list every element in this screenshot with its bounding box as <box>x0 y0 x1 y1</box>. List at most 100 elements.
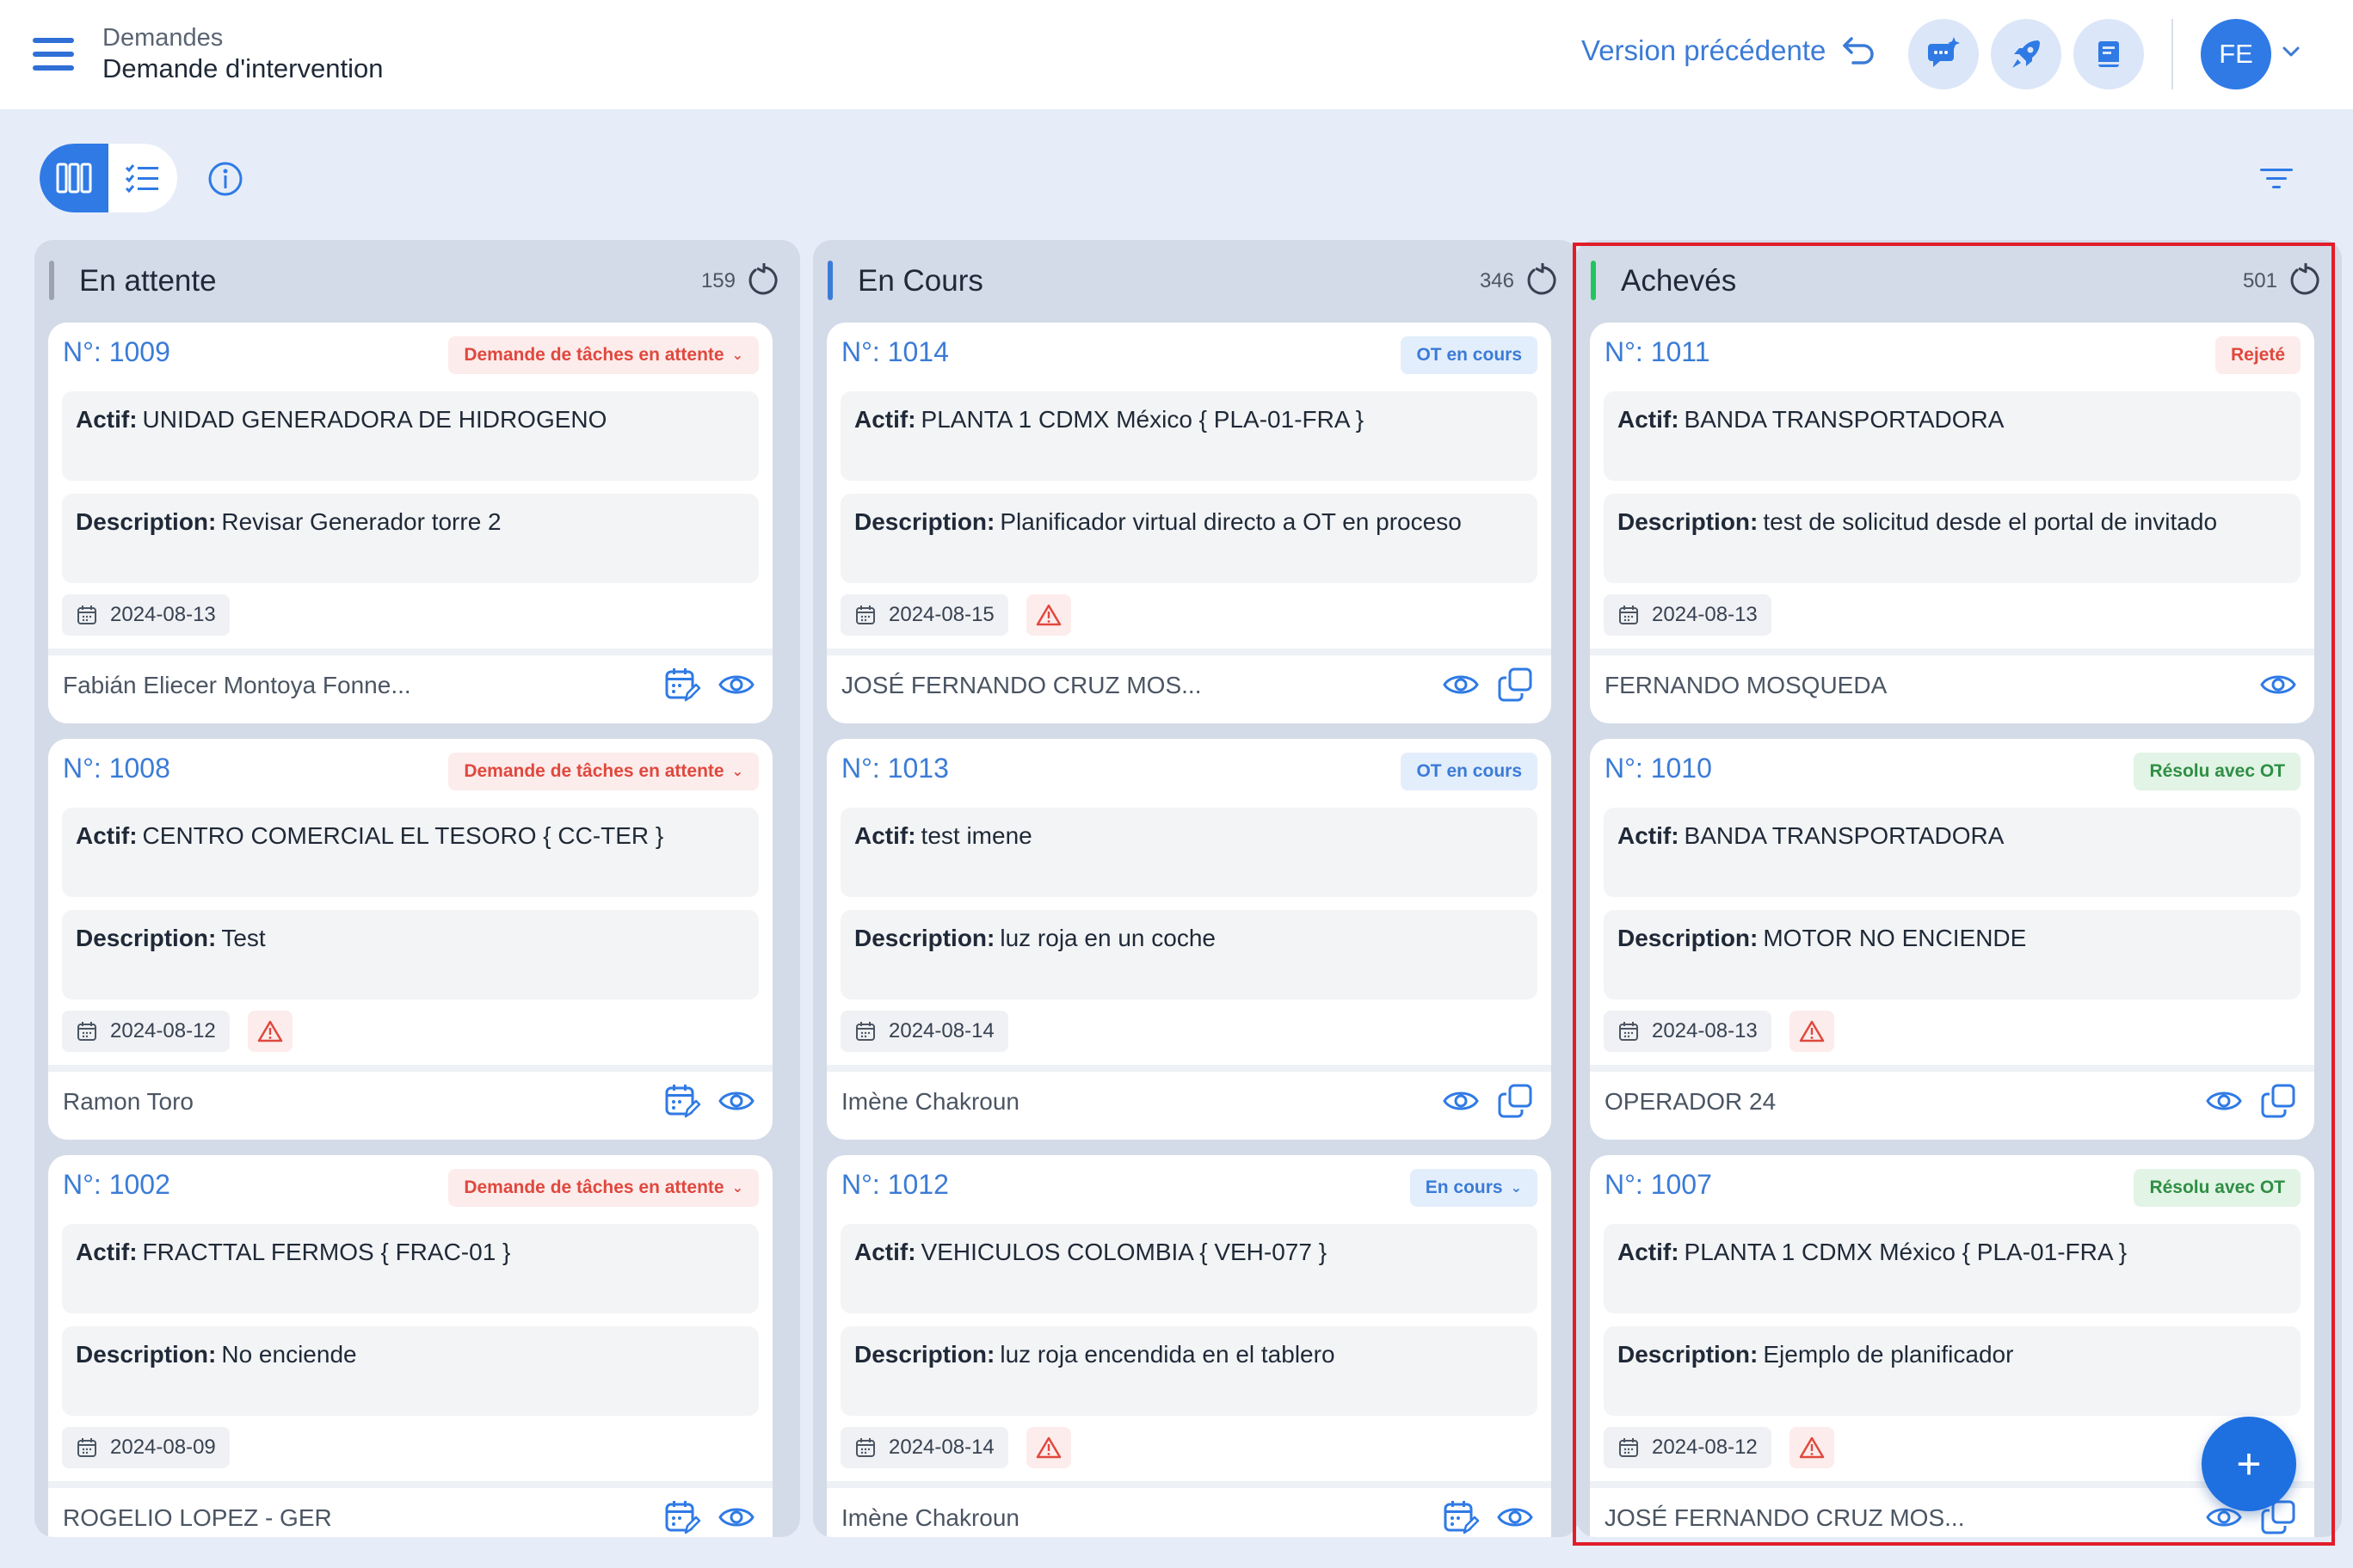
calendar-edit-icon <box>665 1501 701 1534</box>
date-value: 2024-08-14 <box>889 1436 995 1459</box>
header-divider <box>2171 19 2173 89</box>
card-divider <box>827 1481 1551 1488</box>
chat-sparkle-button[interactable] <box>1908 19 1979 89</box>
description-field: Description: Ejemplo de planificador <box>1604 1326 2301 1416</box>
requester-name: JOSÉ FERNANDO CRUZ MOS... <box>1605 1504 1965 1531</box>
schedule-button[interactable] <box>661 1079 704 1122</box>
description-value: luz roja en un coche <box>1000 925 1216 951</box>
chevron-down-icon[interactable] <box>2282 45 2301 58</box>
schedule-button[interactable] <box>661 1496 704 1537</box>
request-number: N°: 1012 <box>841 1169 949 1200</box>
status-label: Résolu avec OT <box>2149 1178 2285 1197</box>
chevron-down-icon: ⌄ <box>731 348 743 363</box>
asset-label: Actif: <box>76 822 138 849</box>
description-field: Description: Planificador virtual directo… <box>841 494 1537 583</box>
chat-sparkle-icon <box>1928 37 1960 67</box>
requester-name: JOSÉ FERNANDO CRUZ MOS... <box>841 672 1202 698</box>
kanban-view-button[interactable] <box>40 144 108 212</box>
description-field: Description: test de solicitud desde el p… <box>1604 494 2301 583</box>
request-card[interactable]: N°: 1014 OT en cours Actif: PLANTA 1 CDMX… <box>827 323 1551 723</box>
card-divider <box>48 1065 773 1072</box>
card-divider <box>827 649 1551 655</box>
request-number: N°: 1013 <box>841 753 949 784</box>
calendar-icon <box>856 1438 875 1457</box>
copy-button[interactable] <box>1494 1079 1537 1122</box>
filter-icon[interactable] <box>2258 165 2294 193</box>
view-button[interactable] <box>2202 1079 2245 1122</box>
list-view-button[interactable] <box>108 144 177 212</box>
status-badge[interactable]: Demande de tâches en attente ⌄ <box>448 753 759 790</box>
refresh-icon[interactable] <box>1524 261 1561 299</box>
view-button[interactable] <box>2257 663 2300 706</box>
description-value: No enciende <box>221 1341 357 1368</box>
view-button[interactable] <box>715 663 758 706</box>
menu-icon[interactable] <box>33 38 76 72</box>
date-value: 2024-08-12 <box>110 1019 216 1042</box>
status-badge: Résolu avec OT <box>2134 753 2301 790</box>
column-title: En Cours <box>858 264 983 298</box>
view-button[interactable] <box>1439 663 1482 706</box>
requester-name: OPERADOR 24 <box>1605 1088 1777 1115</box>
asset-field: Actif: PLANTA 1 CDMX México { PLA-01-FRA … <box>841 391 1537 481</box>
status-label: Demande de tâches en attente <box>464 761 724 781</box>
description-label: Description: <box>76 1341 217 1368</box>
avatar[interactable]: FE <box>2201 19 2271 89</box>
rocket-button[interactable] <box>1991 19 2061 89</box>
asset-value: PLANTA 1 CDMX México { PLA-01-FRA } <box>921 406 1364 433</box>
column-status-bar <box>1591 261 1596 300</box>
eye-icon <box>1443 1091 1479 1110</box>
description-label: Description: <box>1617 1341 1759 1368</box>
asset-field: Actif: BANDA TRANSPORTADORA <box>1604 391 2301 481</box>
copy-button[interactable] <box>1494 663 1537 706</box>
calendar-icon <box>856 606 875 624</box>
description-field: Description: luz roja encendida en el tab… <box>841 1326 1537 1416</box>
asset-field: Actif: VEHICULOS COLOMBIA { VEH-077 } <box>841 1224 1537 1313</box>
previous-version-label: Version précédente <box>1581 34 1826 66</box>
warning-icon <box>1799 1436 1825 1459</box>
eye-icon <box>718 1091 755 1110</box>
status-badge[interactable]: Demande de tâches en attente ⌄ <box>448 1169 759 1207</box>
status-label: Résolu avec OT <box>2149 761 2285 781</box>
copy-button[interactable] <box>2257 1079 2300 1122</box>
eye-icon <box>2206 1091 2242 1110</box>
date-value: 2024-08-13 <box>1652 603 1758 626</box>
view-button[interactable] <box>715 1496 758 1537</box>
description-label: Description: <box>76 508 217 535</box>
request-card[interactable]: N°: 1002 Demande de tâches en attente ⌄ A… <box>48 1155 773 1537</box>
status-badge[interactable]: En cours ⌄ <box>1409 1169 1537 1207</box>
asset-label: Actif: <box>854 406 916 433</box>
add-request-button[interactable]: + <box>2202 1417 2296 1511</box>
refresh-icon[interactable] <box>745 261 783 299</box>
request-card[interactable]: N°: 1008 Demande de tâches en attente ⌄ A… <box>48 739 773 1140</box>
request-card[interactable]: N°: 1010 Résolu avec OT Actif: BANDA TRAN… <box>1590 739 2314 1140</box>
column-header: Achevés 501 <box>1576 240 2342 323</box>
warning-pill <box>1026 594 1071 636</box>
schedule-button[interactable] <box>1439 1496 1482 1537</box>
breadcrumb-parent[interactable]: Demandes <box>102 24 223 52</box>
calendar-icon <box>1619 1438 1638 1457</box>
status-badge[interactable]: Demande de tâches en attente ⌄ <box>448 336 759 374</box>
refresh-icon[interactable] <box>2287 261 2325 299</box>
request-card[interactable]: N°: 1012 En cours ⌄ Actif: VEHICULOS COLOM… <box>827 1155 1551 1537</box>
calendar-icon <box>1619 1022 1638 1041</box>
request-card[interactable]: N°: 1011 Rejeté Actif: BANDA TRANSPORTADO… <box>1590 323 2314 723</box>
previous-version-button[interactable]: Version précédente <box>1581 34 1876 67</box>
view-button[interactable] <box>715 1079 758 1122</box>
description-label: Description: <box>854 1341 995 1368</box>
description-field: Description: luz roja en un coche <box>841 910 1537 999</box>
view-button[interactable] <box>1494 1496 1537 1537</box>
info-icon[interactable] <box>206 160 244 198</box>
kanban-view-icon <box>56 163 92 194</box>
request-number: N°: 1009 <box>63 336 170 367</box>
schedule-button[interactable] <box>661 663 704 706</box>
date-value: 2024-08-15 <box>889 603 995 626</box>
book-button[interactable] <box>2073 19 2144 89</box>
date-value: 2024-08-13 <box>1652 1019 1758 1042</box>
calendar-icon <box>77 1438 96 1457</box>
request-card[interactable]: N°: 1009 Demande de tâches en attente ⌄ A… <box>48 323 773 723</box>
calendar-edit-icon <box>665 668 701 702</box>
request-card[interactable]: N°: 1013 OT en cours Actif: test imene De… <box>827 739 1551 1140</box>
date-pill: 2024-08-14 <box>841 1011 1008 1052</box>
requester-name: Imène Chakroun <box>841 1088 1020 1115</box>
view-button[interactable] <box>1439 1079 1482 1122</box>
